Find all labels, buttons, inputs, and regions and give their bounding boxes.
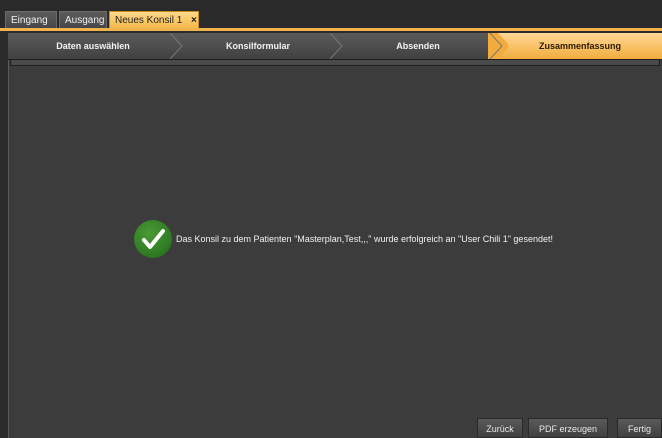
step-progress-track	[10, 59, 660, 66]
success-message: Das Konsil zu dem Patienten "Masterplan,…	[176, 234, 553, 244]
tab-label: Eingang	[11, 15, 48, 26]
tab-neues-konsil[interactable]: Neues Konsil 1 ×	[109, 11, 199, 28]
app-window: Eingang Ausgang Neues Konsil 1 × Daten a…	[0, 0, 662, 438]
tab-bar: Eingang Ausgang Neues Konsil 1 ×	[0, 0, 662, 28]
wizard-steps: Daten auswählen Konsilformular Absenden …	[8, 33, 662, 60]
step-konsilformular: Konsilformular	[225, 41, 290, 51]
tab-ausgang[interactable]: Ausgang	[59, 11, 107, 28]
done-button[interactable]: Fertig	[617, 418, 662, 438]
checkmark-icon	[134, 220, 172, 258]
close-icon[interactable]: ×	[191, 15, 197, 26]
tab-label: Neues Konsil 1	[115, 15, 183, 26]
step-zusammenfassung: Zusammenfassung	[538, 41, 622, 51]
tab-label: Ausgang	[65, 15, 105, 26]
step-absenden: Absenden	[396, 41, 440, 51]
tab-eingang[interactable]: Eingang	[5, 11, 57, 28]
back-button[interactable]: Zurück	[477, 418, 523, 438]
tab-underline	[0, 28, 662, 31]
create-pdf-button[interactable]: PDF erzeugen	[528, 418, 608, 438]
step-daten-auswaehlen: Daten auswählen	[56, 41, 130, 51]
